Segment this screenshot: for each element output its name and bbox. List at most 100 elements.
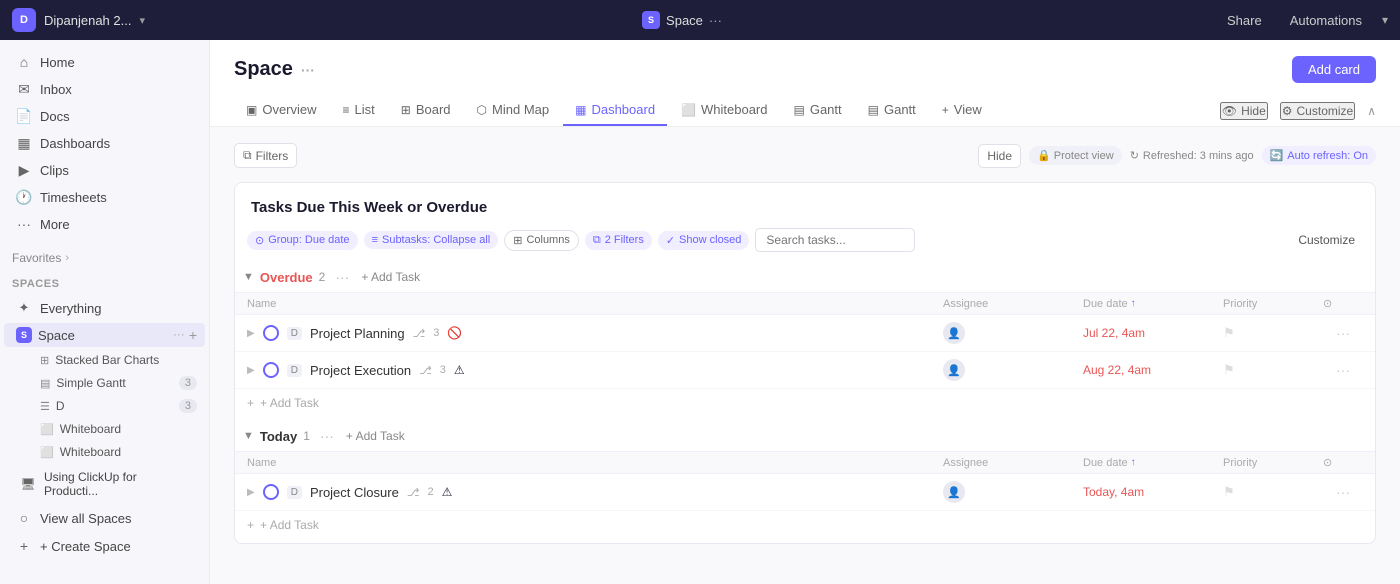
workspace-chevron[interactable]: ▾ (139, 14, 145, 27)
gantt1-icon: ▤ (794, 103, 805, 117)
whiteboard2-icon: ⬜ (40, 446, 54, 459)
task-assignee-cell-3: 👤 (943, 481, 1083, 503)
subtasks-chip[interactable]: ≡ Subtasks: Collapse all (364, 231, 499, 249)
topbar-space-dots[interactable]: ··· (709, 13, 722, 28)
automations-button[interactable]: Automations (1282, 9, 1370, 32)
customize-button[interactable]: ⚙ Customize (1280, 102, 1355, 120)
overview-icon: ▣ (246, 103, 257, 117)
assignee-icon-3[interactable]: 👤 (943, 481, 965, 503)
customize-widget-button[interactable]: Customize (1290, 229, 1363, 251)
overdue-section-header[interactable]: ▼ Overdue 2 ··· + Add Task (235, 262, 1375, 292)
task-status-3[interactable] (263, 484, 279, 500)
task-name-cell-3: ▶ D Project Closure ⎇ 2 ⚠ (247, 484, 943, 500)
today-section-header[interactable]: ▼ Today 1 ··· + Add Task (235, 421, 1375, 451)
sidebar-sub-gantt[interactable]: ▤ Simple Gantt 3 (32, 372, 205, 394)
top-bar-center: S Space ··· (642, 11, 722, 29)
sidebar-sub-whiteboard1[interactable]: ⬜ Whiteboard (32, 418, 205, 440)
today-add-task[interactable]: + Add Task (340, 427, 411, 445)
sidebar-sub-d[interactable]: ☰ D 3 (32, 395, 205, 417)
task-options-btn-3[interactable]: ··· (1336, 484, 1350, 500)
today-dots[interactable]: ··· (320, 428, 334, 444)
filters-button[interactable]: ⧉ Filters (234, 143, 297, 168)
add-card-button[interactable]: Add card (1292, 56, 1376, 83)
assignee-icon-2[interactable]: 👤 (943, 359, 965, 381)
task-warn-1: 🚫 (447, 326, 462, 340)
today-add-task-row[interactable]: + + Add Task (235, 511, 1375, 539)
show-closed-chip[interactable]: ✓ Show closed (658, 231, 750, 250)
group-chip[interactable]: ⊙ Group: Due date (247, 231, 358, 250)
filters-chip[interactable]: ⧉ 2 Filters (585, 231, 652, 250)
task-expand-2[interactable]: ▶ (247, 365, 255, 376)
tab-whiteboard[interactable]: ⬜ Whiteboard (669, 95, 779, 126)
filter-chip-icon: ⧉ (593, 234, 601, 247)
add-task-label-2: + Add Task (260, 518, 319, 532)
sidebar-whiteboard1-label: Whiteboard (60, 422, 121, 436)
sidebar-item-everything[interactable]: ✦ Everything (4, 295, 205, 321)
today-arrow: ▼ (243, 430, 254, 442)
space-plus-btn[interactable]: + (189, 327, 197, 343)
task-status-1[interactable] (263, 325, 279, 341)
sidebar-item-more[interactable]: ··· More (4, 211, 205, 237)
sidebar-item-docs[interactable]: 📄 Docs (4, 103, 205, 129)
sidebar-item-home[interactable]: ⌂ Home (4, 49, 205, 75)
hide-button[interactable]: 👁 Hide (1220, 102, 1268, 120)
due-date-header-today: Due date (1083, 457, 1128, 469)
tab-gantt1[interactable]: ▤ Gantt (782, 95, 854, 126)
task-options-btn-1[interactable]: ··· (1336, 325, 1350, 341)
sidebar-item-inbox[interactable]: ✉ Inbox (4, 76, 205, 102)
group-icon: ⊙ (255, 234, 264, 247)
sidebar-item-clips[interactable]: ▶ Clips (4, 157, 205, 183)
sidebar-item-using-clickup[interactable]: 🖥 Using ClickUp for Producti... (4, 465, 205, 503)
workspace-icon[interactable]: D (12, 8, 36, 32)
auto-refresh-pill[interactable]: 🔄 Auto refresh: On (1262, 146, 1376, 165)
task-expand-3[interactable]: ▶ (247, 487, 255, 498)
search-input[interactable] (755, 228, 915, 252)
assignee-icon-1[interactable]: 👤 (943, 322, 965, 344)
share-button[interactable]: Share (1219, 9, 1270, 32)
overdue-add-task-row[interactable]: + + Add Task (235, 389, 1375, 417)
sidebar-everything-label: Everything (40, 301, 101, 316)
tab-gantt2[interactable]: ▤ Gantt (856, 95, 928, 126)
task-expand-1[interactable]: ▶ (247, 328, 255, 339)
sidebar-sub-stacked[interactable]: ⊞ Stacked Bar Charts (32, 349, 205, 371)
name-header-label: Name (247, 298, 276, 310)
collapse-button[interactable]: ∧ (1367, 104, 1376, 118)
overdue-add-task[interactable]: + Add Task (355, 268, 426, 286)
task-due-date-3: Today, 4am (1083, 485, 1223, 499)
tab-overview[interactable]: ▣ Overview (234, 95, 329, 126)
overdue-dots[interactable]: ··· (335, 269, 349, 285)
sort-icon-today: ↑ (1131, 457, 1136, 468)
sidebar-item-timesheets[interactable]: 🕐 Timesheets (4, 184, 205, 210)
space-more-dots[interactable]: ··· (173, 327, 185, 343)
task-status-2[interactable] (263, 362, 279, 378)
tab-board[interactable]: ⊞ Board (389, 95, 463, 126)
page-dots[interactable]: ··· (301, 62, 315, 78)
overdue-count: 2 (319, 270, 326, 284)
sidebar-item-create-space[interactable]: + + Create Space (4, 533, 205, 559)
tabs-bar: ▣ Overview ≡ List ⊞ Board ⬡ Mind Map ▦ (234, 95, 1376, 126)
sidebar-sub-whiteboard2[interactable]: ⬜ Whiteboard (32, 441, 205, 463)
tab-dashboard[interactable]: ▦ Dashboard (563, 95, 667, 126)
sidebar-item-space[interactable]: S Space ··· + (4, 323, 205, 347)
sidebar-stacked-label: Stacked Bar Charts (55, 353, 159, 367)
sidebar-favorites[interactable]: Favorites › (0, 246, 209, 270)
options-header-icon: ⊙ (1323, 297, 1332, 310)
hide-filter-button[interactable]: Hide (978, 144, 1021, 168)
tab-mindmap[interactable]: ⬡ Mind Map (465, 95, 562, 126)
gear-icon: ⚙ (1282, 104, 1293, 118)
options-header-icon-today: ⊙ (1323, 456, 1332, 469)
sidebar-item-view-all[interactable]: ○ View all Spaces (4, 505, 205, 531)
name-header-today: Name (247, 457, 276, 469)
tab-board-label: Board (416, 102, 451, 117)
subtasks-chip-label: Subtasks: Collapse all (382, 234, 490, 246)
task-subtask-1: ⎇ (413, 327, 426, 340)
sidebar-item-dashboards[interactable]: ▦ Dashboards (4, 130, 205, 156)
tab-view[interactable]: + View (930, 95, 994, 126)
protect-view-label: Protect view (1054, 150, 1114, 162)
task-options-btn-2[interactable]: ··· (1336, 362, 1350, 378)
top-bar: D Dipanjenah 2... ▾ S Space ··· Share Au… (0, 0, 1400, 40)
tab-list[interactable]: ≡ List (331, 95, 387, 126)
sidebar-nav: ⌂ Home ✉ Inbox 📄 Docs ▦ Dashboards ▶ Cli… (0, 40, 209, 246)
sidebar-d-label: D (56, 399, 65, 413)
columns-chip[interactable]: ⊞ Columns (504, 230, 579, 251)
